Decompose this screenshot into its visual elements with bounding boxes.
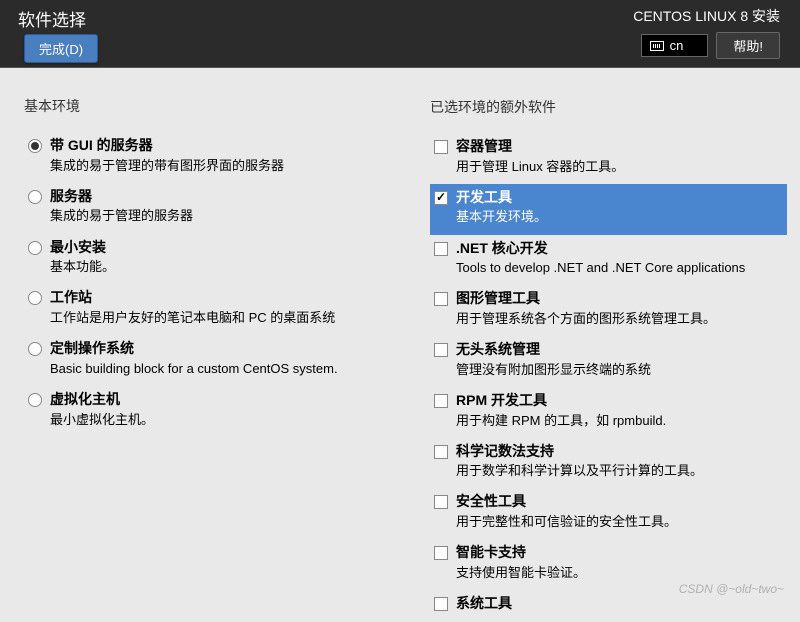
radio-icon <box>28 291 42 305</box>
radio-icon <box>28 139 42 153</box>
option-description: 用于数学和科学计算以及平行计算的工具。 <box>456 462 781 480</box>
option-body: 科学记数法支持用于数学和科学计算以及平行计算的工具。 <box>456 442 781 481</box>
radio-icon <box>28 342 42 356</box>
option-description: 集成的易于管理的带有图形界面的服务器 <box>50 157 375 175</box>
option-description: 最小虚拟化主机。 <box>50 411 375 429</box>
addon-option[interactable]: 容器管理用于管理 Linux 容器的工具。 <box>430 133 787 184</box>
addon-option[interactable]: 图形管理工具用于管理系统各个方面的图形系统管理工具。 <box>430 285 787 336</box>
base-env-option[interactable]: 最小安装基本功能。 <box>24 234 381 285</box>
checkbox-icon <box>434 597 448 611</box>
addon-option[interactable]: RPM 开发工具用于构建 RPM 的工具，如 rpmbuild. <box>430 387 787 438</box>
option-body: 虚拟化主机最小虚拟化主机。 <box>50 390 375 429</box>
keyboard-layout-selector[interactable]: cn <box>641 34 709 57</box>
radio-icon <box>28 190 42 204</box>
page-title: 软件选择 <box>18 6 86 31</box>
option-title: 带 GUI 的服务器 <box>50 136 375 156</box>
option-description: 管理没有附加图形显示终端的系统 <box>456 361 781 379</box>
option-title: 最小安装 <box>50 238 375 258</box>
option-description: 用于构建 RPM 的工具，如 rpmbuild. <box>456 412 781 430</box>
option-title: RPM 开发工具 <box>456 391 781 411</box>
option-body: 定制操作系统Basic building block for a custom … <box>50 339 375 378</box>
option-body: 容器管理用于管理 Linux 容器的工具。 <box>456 137 781 176</box>
base-env-option[interactable]: 定制操作系统Basic building block for a custom … <box>24 335 381 386</box>
content-area: 基本环境 带 GUI 的服务器集成的易于管理的带有图形界面的服务器服务器集成的易… <box>0 68 800 580</box>
option-description: 支持使用智能卡验证。 <box>456 564 781 582</box>
checkbox-icon <box>434 546 448 560</box>
top-bar: 软件选择 完成(D) CENTOS LINUX 8 安装 cn 帮助! <box>0 0 800 68</box>
base-environment-column: 基本环境 带 GUI 的服务器集成的易于管理的带有图形界面的服务器服务器集成的易… <box>24 96 381 580</box>
help-button[interactable]: 帮助! <box>716 32 780 59</box>
option-body: 智能卡支持支持使用智能卡验证。 <box>456 543 781 582</box>
checkbox-icon <box>434 394 448 408</box>
base-env-option[interactable]: 工作站工作站是用户友好的笔记本电脑和 PC 的桌面系统 <box>24 284 381 335</box>
option-description: 集成的易于管理的服务器 <box>50 207 375 225</box>
option-body: 最小安装基本功能。 <box>50 238 375 277</box>
option-title: .NET 核心开发 <box>456 239 781 259</box>
addons-list: 容器管理用于管理 Linux 容器的工具。开发工具基本开发环境。.NET 核心开… <box>430 133 787 622</box>
option-title: 虚拟化主机 <box>50 390 375 410</box>
checkbox-icon <box>434 191 448 205</box>
option-title: 图形管理工具 <box>456 289 781 309</box>
base-env-option[interactable]: 带 GUI 的服务器集成的易于管理的带有图形界面的服务器 <box>24 132 381 183</box>
option-body: 开发工具基本开发环境。 <box>456 188 781 227</box>
keyboard-layout-label: cn <box>670 38 684 53</box>
option-title: 无头系统管理 <box>456 340 781 360</box>
addon-option[interactable]: 科学记数法支持用于数学和科学计算以及平行计算的工具。 <box>430 438 787 489</box>
option-title: 安全性工具 <box>456 492 781 512</box>
option-body: 带 GUI 的服务器集成的易于管理的带有图形界面的服务器 <box>50 136 375 175</box>
option-description: 用于管理 Linux 容器的工具。 <box>456 158 781 176</box>
topright-controls: cn 帮助! <box>641 32 780 59</box>
base-env-option[interactable]: 虚拟化主机最小虚拟化主机。 <box>24 386 381 437</box>
option-body: 工作站工作站是用户友好的笔记本电脑和 PC 的桌面系统 <box>50 288 375 327</box>
base-environment-list: 带 GUI 的服务器集成的易于管理的带有图形界面的服务器服务器集成的易于管理的服… <box>24 132 381 437</box>
done-button[interactable]: 完成(D) <box>24 34 98 63</box>
checkbox-icon <box>434 495 448 509</box>
option-title: 工作站 <box>50 288 375 308</box>
option-description: 用于完整性和可信验证的安全性工具。 <box>456 513 781 531</box>
checkbox-icon <box>434 445 448 459</box>
option-body: 系统工具 <box>456 594 781 614</box>
addons-column: 已选环境的额外软件 容器管理用于管理 Linux 容器的工具。开发工具基本开发环… <box>429 96 788 580</box>
option-title: 服务器 <box>50 187 375 207</box>
addon-option[interactable]: 无头系统管理管理没有附加图形显示终端的系统 <box>430 336 787 387</box>
checkbox-icon <box>434 242 448 256</box>
option-body: RPM 开发工具用于构建 RPM 的工具，如 rpmbuild. <box>456 391 781 430</box>
option-body: 无头系统管理管理没有附加图形显示终端的系统 <box>456 340 781 379</box>
base-environment-header: 基本环境 <box>24 96 381 116</box>
option-title: 容器管理 <box>456 137 781 157</box>
option-title: 系统工具 <box>456 594 781 614</box>
option-body: 图形管理工具用于管理系统各个方面的图形系统管理工具。 <box>456 289 781 328</box>
watermark: CSDN @~old~two~ <box>679 582 784 596</box>
installer-title: CENTOS LINUX 8 安装 <box>633 6 780 26</box>
radio-icon <box>28 393 42 407</box>
checkbox-icon <box>434 343 448 357</box>
addon-option[interactable]: .NET 核心开发Tools to develop .NET and .NET … <box>430 235 787 286</box>
option-title: 科学记数法支持 <box>456 442 781 462</box>
option-body: .NET 核心开发Tools to develop .NET and .NET … <box>456 239 781 278</box>
addons-header: 已选环境的额外软件 <box>430 97 787 117</box>
option-description: 用于管理系统各个方面的图形系统管理工具。 <box>456 310 781 328</box>
option-body: 服务器集成的易于管理的服务器 <box>50 187 375 226</box>
checkbox-icon <box>434 292 448 306</box>
option-description: Tools to develop .NET and .NET Core appl… <box>456 259 781 277</box>
option-title: 开发工具 <box>456 188 781 208</box>
option-body: 安全性工具用于完整性和可信验证的安全性工具。 <box>456 492 781 531</box>
option-description: 基本功能。 <box>50 258 375 276</box>
option-title: 定制操作系统 <box>50 339 375 359</box>
keyboard-icon <box>650 41 664 51</box>
checkbox-icon <box>434 140 448 154</box>
base-env-option[interactable]: 服务器集成的易于管理的服务器 <box>24 183 381 234</box>
option-description: 基本开发环境。 <box>456 208 781 226</box>
option-description: Basic building block for a custom CentOS… <box>50 360 375 378</box>
addon-option[interactable]: 开发工具基本开发环境。 <box>430 184 787 235</box>
addon-option[interactable]: 安全性工具用于完整性和可信验证的安全性工具。 <box>430 488 787 539</box>
radio-icon <box>28 241 42 255</box>
option-title: 智能卡支持 <box>456 543 781 563</box>
option-description: 工作站是用户友好的笔记本电脑和 PC 的桌面系统 <box>50 309 375 327</box>
